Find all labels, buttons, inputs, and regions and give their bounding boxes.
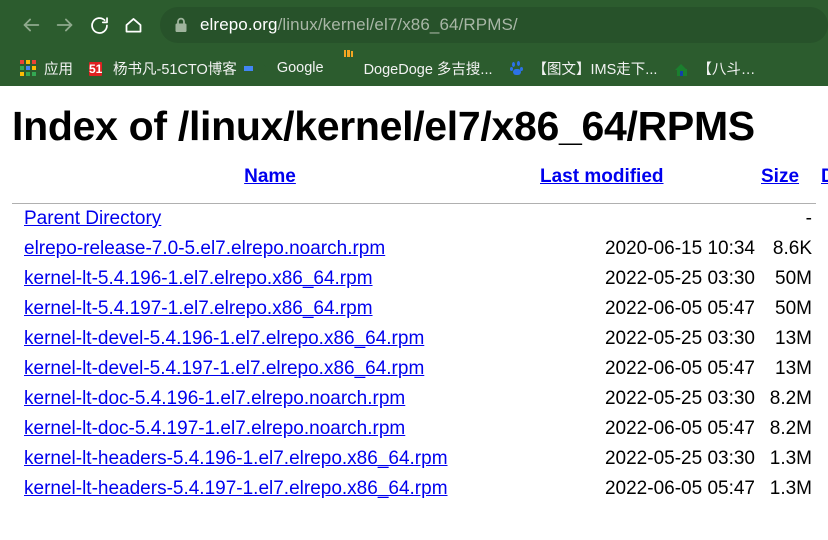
file-rows: elrepo-release-7.0-5.el7.elrepo.noarch.r… <box>0 238 828 508</box>
apps-grid-icon <box>20 59 37 77</box>
parent-directory-link[interactable]: Parent Directory <box>24 208 161 229</box>
google-icon <box>253 60 270 77</box>
bookmark-dogedoge[interactable]: DogeDoge 多吉搜... <box>332 50 501 81</box>
file-link[interactable]: kernel-lt-headers-5.4.196-1.el7.elrepo.x… <box>24 448 448 469</box>
table-row[interactable]: kernel-lt-doc-5.4.197-1.el7.elrepo.noarc… <box>0 418 828 448</box>
file-link[interactable]: elrepo-release-7.0-5.el7.elrepo.noarch.r… <box>24 238 385 259</box>
table-row[interactable]: kernel-lt-devel-5.4.196-1.el7.elrepo.x86… <box>0 328 828 358</box>
file-size: 50M <box>775 298 812 319</box>
table-row[interactable]: kernel-lt-devel-5.4.197-1.el7.elrepo.x86… <box>0 358 828 388</box>
table-row[interactable]: kernel-lt-headers-5.4.197-1.el7.elrepo.x… <box>0 478 828 508</box>
file-name-cell: kernel-lt-devel-5.4.197-1.el7.elrepo.x86… <box>0 358 560 380</box>
file-link[interactable]: kernel-lt-headers-5.4.197-1.el7.elrepo.x… <box>24 478 448 499</box>
back-arrow-icon <box>20 14 42 36</box>
home-icon <box>123 15 144 36</box>
parent-directory-name-cell: Parent Directory <box>0 208 560 230</box>
reload-button[interactable] <box>82 8 116 42</box>
lock-icon <box>174 17 188 33</box>
bookmark-ims[interactable]: 【图文】IMS走下... <box>501 55 666 81</box>
parent-directory-row[interactable]: Parent Directory - <box>0 208 828 238</box>
file-size: 8.2M <box>769 418 812 439</box>
file-date: 2022-05-25 03:30 <box>604 328 755 349</box>
file-date: 2022-06-05 05:47 <box>604 298 755 319</box>
bookmark-badou[interactable]: 【八斗… <box>665 55 763 81</box>
bookmark-label: 杨书凡-51CTO博客 <box>113 61 237 78</box>
address-bar[interactable]: elrepo.org/linux/kernel/el7/x86_64/RPMS/ <box>160 7 828 43</box>
file-date: 2022-06-05 05:47 <box>604 358 755 379</box>
file-size: 13M <box>775 328 812 349</box>
directory-listing: Name Last modified Size De Parent Direct… <box>0 166 828 508</box>
file-date: 2022-06-05 05:47 <box>604 418 755 439</box>
listing-header-row: Name Last modified Size De <box>0 166 828 200</box>
browser-chrome: elrepo.org/linux/kernel/el7/x86_64/RPMS/… <box>0 0 828 86</box>
column-header-description-cell: De <box>813 166 828 188</box>
file-link[interactable]: kernel-lt-5.4.197-1.el7.elrepo.x86_64.rp… <box>24 298 373 319</box>
bookmark-google[interactable]: Google <box>245 55 332 81</box>
table-row[interactable]: kernel-lt-doc-5.4.196-1.el7.elrepo.noarc… <box>0 388 828 418</box>
file-name-cell: kernel-lt-headers-5.4.197-1.el7.elrepo.x… <box>0 478 560 500</box>
file-date: 2022-05-25 03:30 <box>604 448 755 469</box>
file-link[interactable]: kernel-lt-devel-5.4.196-1.el7.elrepo.x86… <box>24 328 424 349</box>
file-size: 1.3M <box>769 448 812 469</box>
file-size: 1.3M <box>769 478 812 499</box>
column-header-name[interactable]: Name <box>244 166 296 187</box>
back-button[interactable] <box>14 8 48 42</box>
column-header-size-cell: Size <box>755 166 813 188</box>
column-header-last-modified[interactable]: Last modified <box>540 166 664 187</box>
forward-button[interactable] <box>48 8 82 42</box>
home-button[interactable] <box>116 8 150 42</box>
file-name-cell: kernel-lt-5.4.197-1.el7.elrepo.x86_64.rp… <box>0 298 560 320</box>
bookmark-label: Google <box>276 60 324 76</box>
file-date: 2022-06-05 05:47 <box>604 478 755 499</box>
bookmark-apps[interactable]: 应用 <box>12 55 81 81</box>
file-size: 8.6K <box>772 238 812 259</box>
file-date: 2022-05-25 03:30 <box>604 268 755 289</box>
file-date: 2022-05-25 03:30 <box>604 388 755 409</box>
address-bar-host: elrepo.org <box>200 15 278 34</box>
file-link[interactable]: kernel-lt-doc-5.4.196-1.el7.elrepo.noarc… <box>24 388 405 409</box>
column-header-date-cell: Last modified <box>540 166 755 188</box>
column-header-description[interactable]: De <box>821 166 828 187</box>
file-size: 13M <box>775 358 812 379</box>
file-date: 2020-06-15 10:34 <box>604 238 755 259</box>
page-title: Index of /linux/kernel/el7/x86_64/RPMS <box>12 103 755 149</box>
file-size: 8.2M <box>769 388 812 409</box>
bookmark-label: 应用 <box>44 61 73 78</box>
file-name-cell: kernel-lt-devel-5.4.196-1.el7.elrepo.x86… <box>0 328 560 350</box>
page-content: Index of /linux/kernel/el7/x86_64/RPMS N… <box>0 86 828 540</box>
address-bar-path: /linux/kernel/el7/x86_64/RPMS/ <box>277 15 518 34</box>
51cto-icon-text: 51 <box>89 61 103 76</box>
reload-icon <box>89 15 110 36</box>
table-row[interactable]: elrepo-release-7.0-5.el7.elrepo.noarch.r… <box>0 238 828 268</box>
file-name-cell: kernel-lt-doc-5.4.197-1.el7.elrepo.noarc… <box>0 418 560 440</box>
file-link[interactable]: kernel-lt-doc-5.4.197-1.el7.elrepo.noarc… <box>24 418 405 439</box>
column-header-size[interactable]: Size <box>761 166 799 187</box>
bookmark-label: 【八斗… <box>697 61 756 78</box>
file-name-cell: kernel-lt-doc-5.4.196-1.el7.elrepo.noarc… <box>0 388 560 410</box>
table-row[interactable]: kernel-lt-5.4.196-1.el7.elrepo.x86_64.rp… <box>0 268 828 298</box>
address-bar-url: elrepo.org/linux/kernel/el7/x86_64/RPMS/ <box>200 15 518 35</box>
parent-directory-size: - <box>805 208 812 229</box>
bookmarks-bar: 应用 51 杨书凡-51CTO博客 Google DogeDoge 多吉搜...… <box>0 50 828 86</box>
51cto-icon: 51 <box>89 60 106 77</box>
bookmark-label: DogeDoge 多吉搜... <box>363 61 493 78</box>
bookmark-51cto[interactable]: 51 杨书凡-51CTO博客 <box>81 55 245 81</box>
file-name-cell: kernel-lt-5.4.196-1.el7.elrepo.x86_64.rp… <box>0 268 560 290</box>
file-size: 50M <box>775 268 812 289</box>
column-header-name-cell: Name <box>0 166 540 188</box>
dogedoge-icon <box>340 50 357 77</box>
baidu-icon <box>509 60 526 77</box>
browser-toolbar: elrepo.org/linux/kernel/el7/x86_64/RPMS/ <box>0 0 828 50</box>
file-link[interactable]: kernel-lt-devel-5.4.197-1.el7.elrepo.x86… <box>24 358 424 379</box>
header-divider <box>12 203 816 204</box>
forward-arrow-icon <box>54 14 76 36</box>
table-row[interactable]: kernel-lt-5.4.197-1.el7.elrepo.x86_64.rp… <box>0 298 828 328</box>
table-row[interactable]: kernel-lt-headers-5.4.196-1.el7.elrepo.x… <box>0 448 828 478</box>
file-name-cell: elrepo-release-7.0-5.el7.elrepo.noarch.r… <box>0 238 560 260</box>
file-link[interactable]: kernel-lt-5.4.196-1.el7.elrepo.x86_64.rp… <box>24 268 373 289</box>
house-icon <box>673 60 690 77</box>
file-name-cell: kernel-lt-headers-5.4.196-1.el7.elrepo.x… <box>0 448 560 470</box>
bookmark-label: 【图文】IMS走下... <box>532 61 658 78</box>
